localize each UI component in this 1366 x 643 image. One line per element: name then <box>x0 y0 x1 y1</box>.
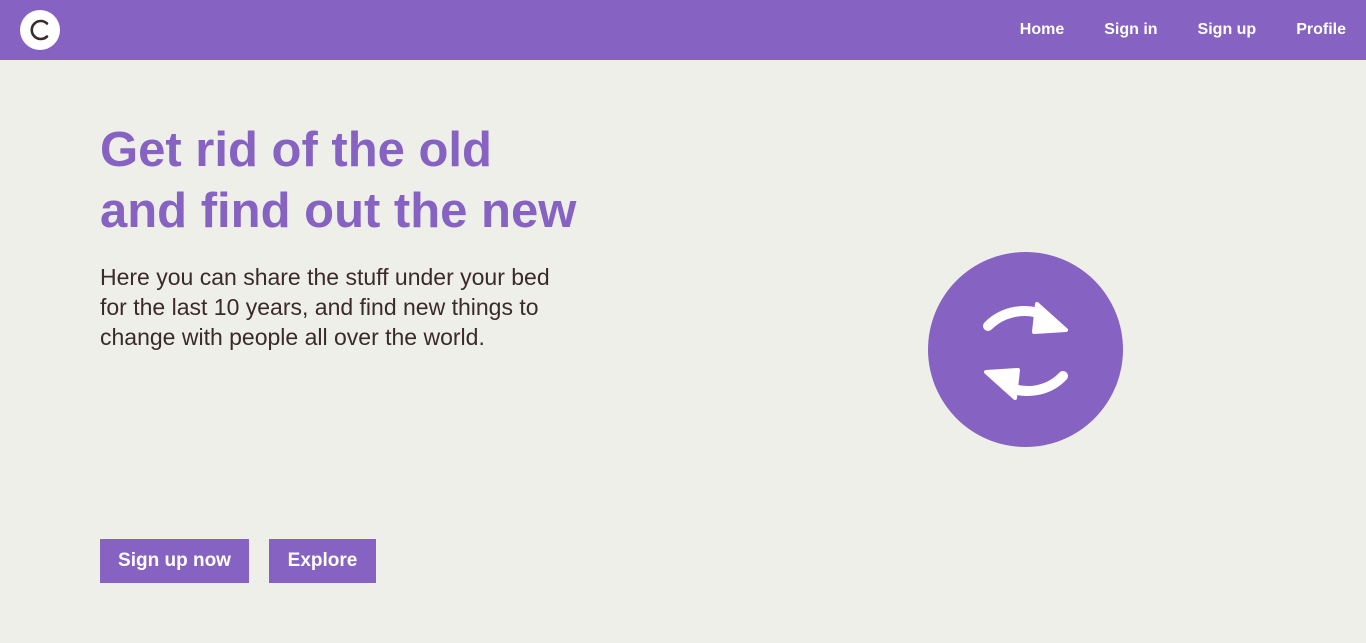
hero-title-line-1: Get rid of the old <box>100 123 492 177</box>
nav-sign-in-link[interactable]: Sign in <box>1104 21 1157 39</box>
main-nav: Home Sign in Sign up Profile <box>980 0 1346 60</box>
explore-button[interactable]: Explore <box>269 539 376 583</box>
top-navbar: Home Sign in Sign up Profile <box>0 0 1366 60</box>
logo[interactable] <box>20 10 60 50</box>
logo-c-icon <box>30 19 49 41</box>
sign-up-now-button[interactable]: Sign up now <box>100 539 249 583</box>
hero-description-line-3: change with people all over the world. <box>100 324 485 350</box>
nav-home-link[interactable]: Home <box>1020 21 1064 39</box>
hero-title-line-2: and find out the new <box>100 184 577 238</box>
hero-title: Get rid of the old and find out the new <box>100 120 660 242</box>
hero-description-line-2: for the last 10 years, and find new thin… <box>100 294 539 320</box>
hero-description-line-1: Here you can share the stuff under your … <box>100 264 550 290</box>
sync-arrows-icon <box>928 252 1123 447</box>
nav-profile-link[interactable]: Profile <box>1296 21 1346 39</box>
nav-sign-up-link[interactable]: Sign up <box>1198 21 1257 39</box>
hero-description: Here you can share the stuff under your … <box>100 262 620 352</box>
